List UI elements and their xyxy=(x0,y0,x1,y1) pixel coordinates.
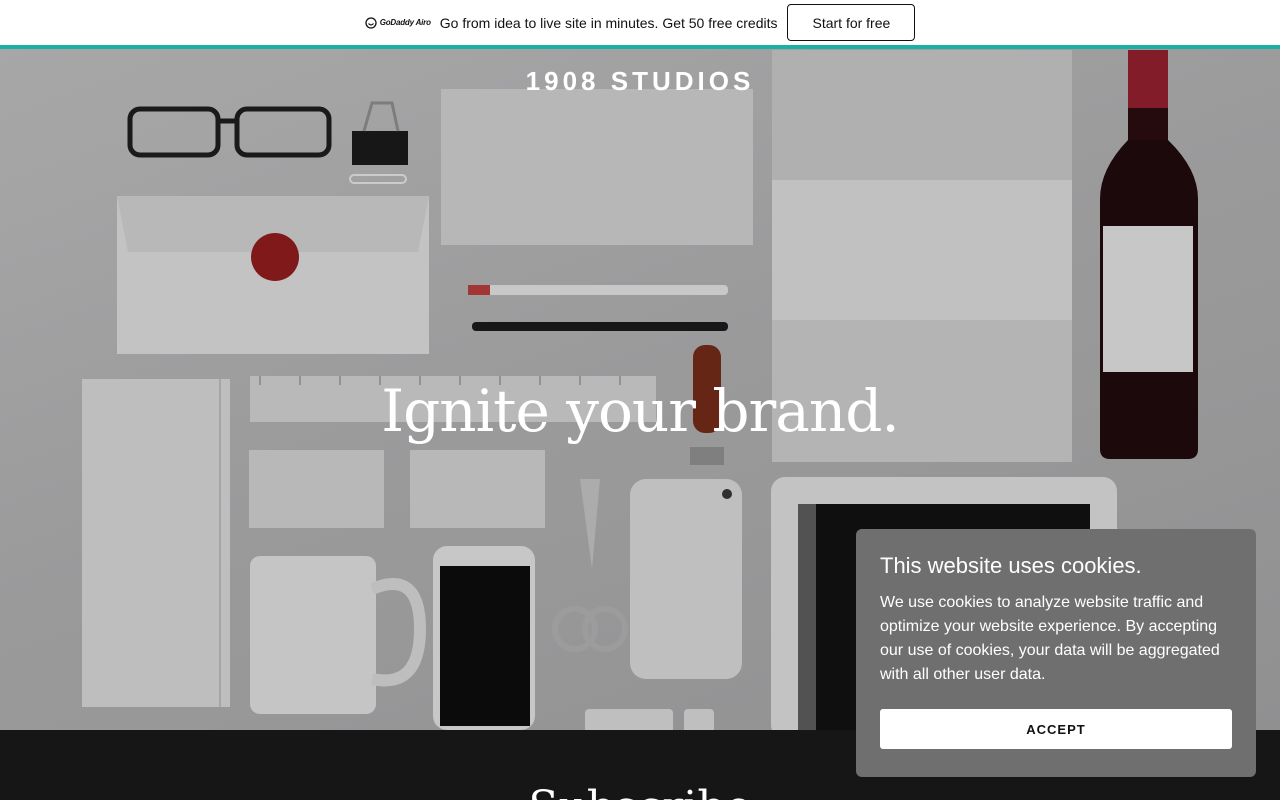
accept-cookies-button[interactable]: ACCEPT xyxy=(880,709,1232,749)
cookie-consent-dialog: This website uses cookies. We use cookie… xyxy=(856,529,1256,777)
promo-message: Go from idea to live site in minutes. Ge… xyxy=(439,14,778,31)
godaddy-logo-icon xyxy=(365,16,377,29)
cookie-message: We use cookies to analyze website traffi… xyxy=(880,594,1220,683)
cookie-title: This website uses cookies. xyxy=(880,553,1142,578)
site-brand-title[interactable]: 1908 STUDIOS xyxy=(0,66,1280,97)
start-for-free-button[interactable]: Start for free xyxy=(787,4,916,41)
hero-headline: Ignite your brand. xyxy=(381,377,900,445)
promo-banner: GoDaddy Airo Go from idea to live site i… xyxy=(0,0,1280,45)
logo-wordmark: GoDaddy Airo xyxy=(379,18,431,27)
godaddy-airo-logo: GoDaddy Airo xyxy=(365,16,431,29)
section-title: Subscribe xyxy=(0,782,1280,800)
